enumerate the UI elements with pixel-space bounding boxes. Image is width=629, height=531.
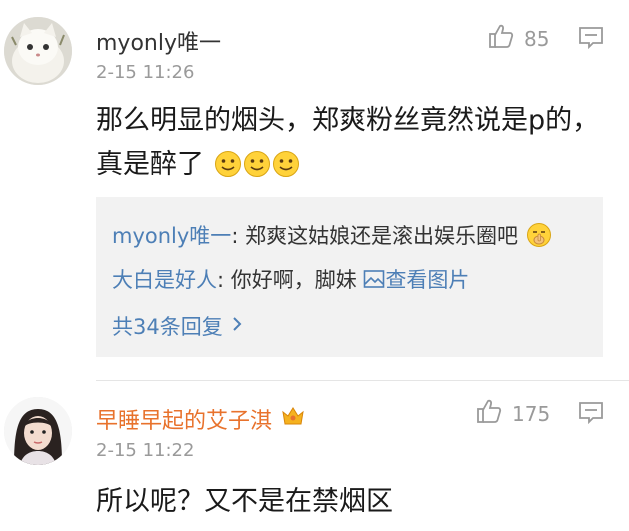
view-more-replies[interactable]: 共34条回复 bbox=[112, 311, 243, 341]
timestamp: 2-15 11:26 bbox=[96, 62, 195, 83]
comment-text-line: 真是醉了 bbox=[96, 143, 300, 192]
timestamp: 2-15 11:22 bbox=[96, 440, 195, 461]
comment-text: 真是醉了 bbox=[96, 149, 204, 180]
shush-emoji-icon bbox=[526, 222, 552, 253]
reply-preview-box[interactable]: myonly唯一: 郑爽这姑娘还是滚出娱乐圈吧 大白是好人: 你好啊，脚妹 查看… bbox=[96, 197, 603, 357]
smiley-icon bbox=[214, 148, 242, 192]
comment-item: myonly唯一 2-15 11:26 85 那么明显的烟头，郑爽粉丝竟然说是p… bbox=[0, 0, 629, 380]
avatar[interactable] bbox=[4, 397, 72, 465]
like-button[interactable]: 85 bbox=[488, 23, 549, 54]
view-image-link[interactable]: 查看图片 bbox=[363, 268, 469, 292]
view-more-label: 共34条回复 bbox=[112, 315, 223, 339]
like-button[interactable]: 175 bbox=[476, 398, 550, 429]
comment-text-line: 那么明显的烟头，郑爽粉丝竟然说是p的， bbox=[96, 105, 600, 136]
comment-text: 所以呢？又不是在禁烟区 bbox=[96, 486, 393, 517]
smiley-icon bbox=[243, 148, 271, 192]
reply-username[interactable]: 大白是好人 bbox=[112, 268, 217, 292]
avatar[interactable] bbox=[4, 17, 72, 85]
reply-item[interactable]: 大白是好人: 你好啊，脚妹 查看图片 bbox=[112, 264, 469, 294]
reply-username[interactable]: myonly唯一 bbox=[112, 224, 231, 248]
comment-icon[interactable] bbox=[578, 401, 604, 429]
reply-text: : 郑爽这姑娘还是滚出娱乐圈吧 bbox=[231, 224, 519, 248]
username-row: 早睡早起的艾子淇 bbox=[96, 403, 306, 435]
reply-item[interactable]: myonly唯一: 郑爽这姑娘还是滚出娱乐圈吧 bbox=[112, 220, 552, 253]
thumbs-up-icon bbox=[476, 398, 502, 429]
chevron-right-icon bbox=[231, 314, 243, 338]
thumbs-up-icon bbox=[488, 23, 514, 54]
username[interactable]: 早睡早起的艾子淇 bbox=[96, 403, 272, 435]
reply-text: : 你好啊，脚妹 bbox=[217, 268, 364, 292]
comment-icon[interactable] bbox=[578, 26, 604, 54]
image-icon bbox=[363, 269, 385, 294]
like-count: 85 bbox=[524, 26, 550, 51]
comment-item: 早睡早起的艾子淇 2-15 11:22 175 所以呢？又不是在禁烟区 bbox=[0, 380, 629, 531]
like-count: 175 bbox=[512, 401, 551, 426]
username[interactable]: myonly唯一 bbox=[96, 25, 221, 57]
smiley-icon bbox=[272, 148, 300, 192]
crown-badge-icon bbox=[280, 404, 306, 434]
